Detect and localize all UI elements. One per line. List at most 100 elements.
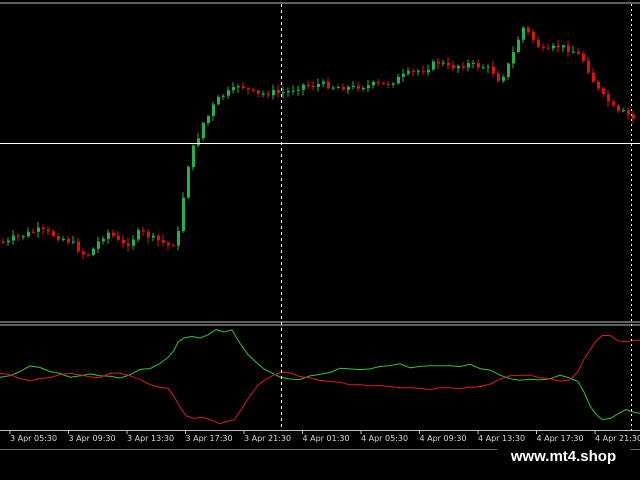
candle-body	[307, 84, 310, 86]
candle-body	[362, 87, 365, 89]
candle-body	[247, 87, 250, 90]
time-axis-label: 3 Apr 21:30	[244, 434, 291, 443]
candle-body	[242, 86, 245, 88]
candle-body	[212, 104, 215, 116]
candle-body	[122, 239, 125, 244]
candle-body	[437, 61, 440, 64]
candle-body	[137, 230, 140, 240]
candle-body	[202, 122, 205, 139]
candle-body	[562, 45, 565, 48]
candle-body	[262, 93, 265, 95]
candle-body	[42, 227, 45, 230]
candle-body	[22, 236, 25, 238]
candle-body	[147, 231, 150, 238]
candle-body	[592, 72, 595, 82]
candle-body	[72, 241, 75, 243]
candle-body	[302, 84, 305, 90]
candle-body	[467, 63, 470, 68]
candle-body	[447, 62, 450, 66]
candle-body	[62, 238, 65, 240]
candle-body	[427, 69, 430, 73]
time-axis-label: 4 Apr 09:30	[420, 434, 467, 443]
candle-body	[292, 90, 295, 92]
candle-body	[192, 145, 195, 167]
watermark-logo: www.mt4.shop	[497, 444, 630, 470]
candle-body	[452, 65, 455, 69]
candle-body	[477, 63, 480, 68]
candle-body	[312, 85, 315, 88]
time-axis-label: 3 Apr 17:30	[186, 434, 233, 443]
candle-body	[57, 236, 60, 240]
time-axis-label: 4 Apr 05:30	[361, 434, 408, 443]
candle-body	[522, 27, 525, 40]
candle-body	[237, 86, 240, 88]
candle-body	[432, 61, 435, 70]
candle-body	[52, 231, 55, 237]
candle-body	[27, 231, 30, 237]
candle-body	[162, 240, 165, 243]
candle-body	[282, 92, 285, 94]
candle-body	[152, 235, 155, 238]
candle-body	[92, 248, 95, 255]
candle-body	[217, 96, 220, 105]
time-axis-label: 4 Apr 17:30	[537, 434, 584, 443]
candle-body	[572, 51, 575, 53]
candle-body	[37, 227, 40, 232]
candle-body	[547, 47, 550, 49]
candle-body	[382, 82, 385, 84]
candle-body	[182, 197, 185, 231]
candle-body	[132, 239, 135, 246]
candle-body	[357, 85, 360, 89]
time-axis-label: 3 Apr 13:30	[127, 434, 174, 443]
candle-body	[157, 235, 160, 241]
time-axis-label: 3 Apr 05:30	[10, 434, 57, 443]
candle-body	[77, 241, 80, 252]
candle-body	[412, 70, 415, 72]
candle-body	[507, 63, 510, 77]
candle-body	[387, 83, 390, 85]
candle-body	[457, 66, 460, 69]
candle-body	[12, 235, 15, 241]
chart-background	[0, 0, 640, 480]
candle-body	[487, 66, 490, 68]
candle-body	[337, 87, 340, 89]
candle-body	[97, 241, 100, 249]
time-axis-label: 3 Apr 09:30	[69, 434, 116, 443]
candle-body	[47, 229, 50, 232]
candle-body	[167, 242, 170, 246]
candle-body	[472, 63, 475, 65]
candle-body	[322, 81, 325, 84]
candle-body	[597, 81, 600, 89]
candle-body	[497, 73, 500, 81]
candle-body	[277, 89, 280, 93]
candle-body	[112, 232, 115, 236]
candle-body	[227, 90, 230, 96]
candle-body	[347, 86, 350, 90]
candle-body	[197, 138, 200, 146]
candle-body	[172, 245, 175, 247]
candle-body	[417, 71, 420, 73]
candle-body	[207, 115, 210, 123]
candle-body	[367, 85, 370, 88]
candle-body	[377, 82, 380, 84]
candle-body	[102, 238, 105, 242]
candle-body	[272, 89, 275, 96]
time-axis-label: 4 Apr 13:30	[478, 434, 525, 443]
candle-body	[117, 235, 120, 240]
candle-body	[107, 232, 110, 239]
candle-body	[617, 105, 620, 111]
candle-body	[482, 67, 485, 69]
candle-body	[82, 251, 85, 255]
candle-body	[257, 90, 260, 94]
candle-body	[327, 81, 330, 89]
candle-body	[232, 87, 235, 91]
candle-body	[552, 45, 555, 49]
chart-area[interactable]: 3 Apr 05:30 3 Apr 09:30 3 Apr 13:30 3 Apr 1…	[0, 0, 640, 480]
candle-body	[607, 94, 610, 102]
candle-body	[332, 87, 335, 89]
candle-body	[577, 51, 580, 54]
candle-body	[2, 242, 5, 243]
time-axis-label: 4 Apr 01:30	[303, 434, 350, 443]
candle-body	[502, 76, 505, 81]
candle-body	[557, 45, 560, 48]
